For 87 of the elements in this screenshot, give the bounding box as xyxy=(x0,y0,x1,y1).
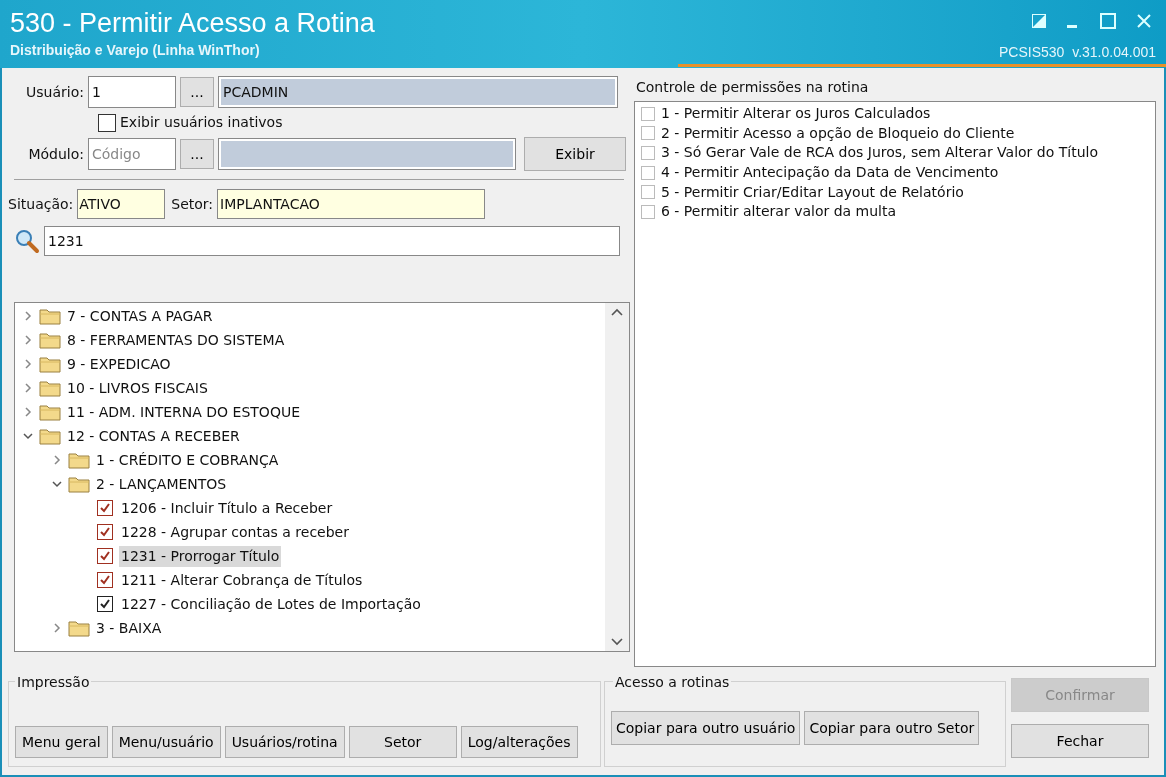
expand-icon[interactable] xyxy=(52,455,62,465)
inactive-users-label: Exibir usuários inativos xyxy=(120,113,283,132)
folder-icon xyxy=(39,379,61,397)
sector-label: Setor: xyxy=(171,194,214,214)
permission-label: 6 - Permitir alterar valor da multa xyxy=(661,202,897,222)
check-icon xyxy=(99,598,111,610)
expand-icon[interactable] xyxy=(23,359,33,369)
status-label: Situação: xyxy=(8,194,74,214)
version-label: PCSIS530 v.31.0.04.001 xyxy=(999,43,1156,62)
scroll-down-icon[interactable] xyxy=(611,637,623,647)
folder-icon xyxy=(68,475,90,493)
sector-field: IMPLANTACAO xyxy=(217,189,486,219)
permission-checkbox[interactable] xyxy=(641,165,655,180)
scrollbar[interactable] xyxy=(605,303,629,651)
permission-checkbox[interactable] xyxy=(641,106,655,121)
tree-folder-label[interactable]: 9 - EXPEDICAO xyxy=(67,353,171,375)
tree-folder-label[interactable]: 12 - CONTAS A RECEBER xyxy=(67,425,240,447)
tree-folder-label[interactable]: 10 - LIVROS FISCAIS xyxy=(67,377,208,399)
expand-icon[interactable] xyxy=(23,407,33,417)
module-label: Módulo: xyxy=(27,144,84,164)
checkbox[interactable] xyxy=(97,524,113,540)
check-icon xyxy=(99,550,111,562)
user-name-field[interactable]: PCADMIN xyxy=(218,76,618,108)
folder-icon xyxy=(39,355,61,373)
restore-theme-icon[interactable] xyxy=(1032,14,1046,28)
folder-icon xyxy=(39,427,61,445)
checkbox[interactable] xyxy=(97,572,113,588)
collapse-icon[interactable] xyxy=(52,479,62,489)
checkbox[interactable] xyxy=(97,500,113,516)
expand-icon[interactable] xyxy=(23,335,33,345)
status-field: ATIVO xyxy=(77,189,166,219)
folder-icon xyxy=(39,307,61,325)
print-button[interactable]: Setor xyxy=(348,726,457,758)
tree-routine-label[interactable]: 1211 - Alterar Cobrança de Títulos xyxy=(119,569,365,591)
checkbox[interactable] xyxy=(97,548,113,564)
permission-label: 2 - Permitir Acesso a opção de Bloqueio do Cliente xyxy=(661,123,1015,143)
print-button[interactable]: Menu/usuário xyxy=(111,726,221,758)
collapse-icon[interactable] xyxy=(23,431,33,441)
expand-icon[interactable] xyxy=(23,383,33,393)
permission-checkbox[interactable] xyxy=(641,146,655,160)
window-subtitle: Distribuição e Varejo (Linha WinThor) xyxy=(10,41,261,60)
user-lookup-button[interactable]: ... xyxy=(180,77,214,107)
print-button[interactable]: Log/alterações xyxy=(460,726,578,758)
tree-folder-label[interactable]: 11 - ADM. INTERNA DO ESTOQUE xyxy=(67,401,300,423)
tree-folder-label[interactable]: 1 - CRÉDITO E COBRANÇA xyxy=(96,449,279,471)
tree-routine-label[interactable]: 1206 - Incluir Título a Receber xyxy=(119,497,335,519)
action-button[interactable]: Fechar xyxy=(1011,724,1149,758)
permission-label: 1 - Permitir Alterar os Juros Calculados xyxy=(661,104,931,124)
module-code-field[interactable]: Código xyxy=(88,138,176,170)
permission-checkbox[interactable] xyxy=(641,185,655,200)
search-icon xyxy=(14,228,40,254)
tree-folder-label[interactable]: 2 - LANÇAMENTOS xyxy=(96,473,227,495)
user-label: Usuário: xyxy=(25,82,84,102)
show-button[interactable]: Exibir xyxy=(524,137,626,171)
permission-checkbox[interactable] xyxy=(641,204,655,219)
tree-routine-label[interactable]: 1231 - Prorrogar Título xyxy=(119,545,282,567)
tree-folder-label[interactable]: 3 - BAIXA xyxy=(96,617,162,639)
permission-checkbox[interactable] xyxy=(641,126,655,141)
permission-label: 3 - Só Gerar Vale de RCA dos Juros, sem Alterar Valor do Título xyxy=(661,143,1098,163)
print-button[interactable]: Menu geral xyxy=(15,726,108,758)
folder-icon xyxy=(39,403,61,421)
check-icon xyxy=(99,574,111,586)
print-button[interactable]: Usuários/rotina xyxy=(224,726,345,758)
expand-icon[interactable] xyxy=(52,623,62,633)
folder-icon xyxy=(68,619,90,637)
scroll-up-icon[interactable] xyxy=(611,307,623,317)
folder-icon xyxy=(68,451,90,469)
check-icon xyxy=(99,526,111,538)
check-icon xyxy=(99,502,111,514)
tree-routine-label[interactable]: 1228 - Agrupar contas a receber xyxy=(119,521,351,543)
copy-button[interactable]: Copiar para outro usuário xyxy=(611,711,801,745)
permissions-title: Controle de permissões na rotina xyxy=(635,78,870,97)
permission-label: 4 - Permitir Antecipação da Data de Vencimento xyxy=(661,163,999,183)
checkbox[interactable] xyxy=(97,596,113,612)
module-lookup-button[interactable]: ... xyxy=(180,139,214,169)
folder-icon xyxy=(39,331,61,349)
maximize-icon[interactable] xyxy=(1100,13,1116,29)
expand-icon[interactable] xyxy=(23,311,33,321)
window-title: 530 - Permitir Acesso a Rotina xyxy=(10,7,375,40)
tree-folder-label[interactable]: 8 - FERRAMENTAS DO SISTEMA xyxy=(67,329,285,351)
tree-folder-label[interactable]: 7 - CONTAS A PAGAR xyxy=(67,305,213,327)
user-code-field[interactable]: 1 xyxy=(88,76,176,108)
close-icon[interactable] xyxy=(1136,13,1152,29)
permission-label: 5 - Permitir Criar/Editar Layout de Relatório xyxy=(661,182,964,202)
tree-routine-label[interactable]: 1227 - Conciliação de Lotes de Importação xyxy=(119,593,423,615)
search-field[interactable]: 1231 xyxy=(44,226,620,256)
copy-button[interactable]: Copiar para outro Setor xyxy=(804,711,980,745)
